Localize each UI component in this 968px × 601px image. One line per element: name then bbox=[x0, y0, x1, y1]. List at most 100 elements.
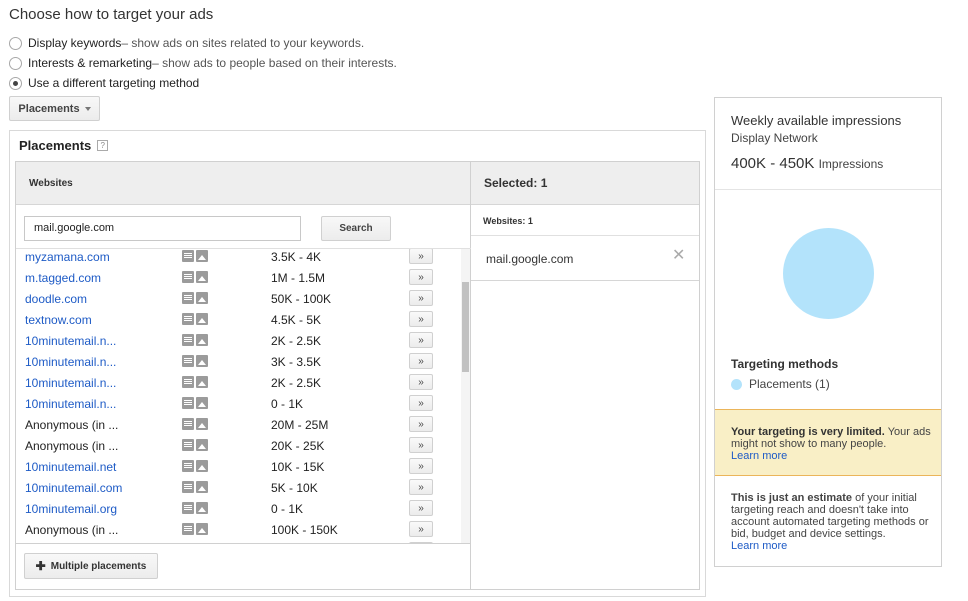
site-name[interactable]: 10minutemail.org bbox=[25, 502, 117, 516]
site-name[interactable]: myzamana.com bbox=[25, 250, 110, 264]
add-placement-button[interactable]: » bbox=[409, 290, 433, 306]
text-ad-icon bbox=[182, 250, 194, 262]
site-row: Anonymous (in ... 100K - 150K » bbox=[16, 521, 461, 543]
targeting-warning: Your targeting is very limited. Your ads… bbox=[715, 409, 941, 476]
site-row: 10minutemail.n... 2K - 2.5K » bbox=[16, 332, 461, 355]
site-name[interactable]: textnow.com bbox=[25, 313, 92, 327]
note-learn-more-link[interactable]: Learn more bbox=[731, 540, 787, 552]
list-divider bbox=[16, 543, 471, 544]
site-name[interactable]: 10minutemail.n... bbox=[25, 334, 116, 348]
image-ad-icon bbox=[196, 313, 208, 325]
site-row: 10minutemail.org 0 - 1K » bbox=[16, 500, 461, 523]
targeting-method-dropdown[interactable]: Placements bbox=[9, 96, 100, 121]
site-name[interactable]: 10minutemail.net bbox=[25, 460, 116, 474]
site-impressions: 4.5K - 5K bbox=[271, 313, 322, 327]
chevron-down-icon bbox=[84, 107, 91, 111]
add-placement-button[interactable]: » bbox=[409, 311, 433, 327]
text-ad-icon bbox=[182, 271, 194, 283]
option-label: Interests & remarketing bbox=[28, 56, 153, 70]
site-type-icons bbox=[182, 313, 208, 325]
option-different-method[interactable]: Use a different targeting method bbox=[9, 74, 199, 92]
site-impressions: 2K - 2.5K bbox=[271, 334, 322, 348]
image-ad-icon bbox=[196, 439, 208, 451]
warning-learn-more-link[interactable]: Learn more bbox=[731, 450, 787, 462]
add-placement-button[interactable]: » bbox=[409, 479, 433, 495]
add-placement-button[interactable]: » bbox=[409, 416, 433, 432]
image-ad-icon bbox=[196, 376, 208, 388]
radio-interests-remarketing[interactable] bbox=[9, 56, 22, 70]
site-row: 10minutemail.n... 2K - 2.5K » bbox=[16, 374, 461, 397]
site-type-icons bbox=[182, 250, 208, 262]
site-impressions: 100K - 150K bbox=[271, 523, 338, 537]
site-type-icons bbox=[182, 292, 208, 304]
websites-header: Websites bbox=[16, 162, 471, 205]
add-placement-button[interactable]: » bbox=[409, 458, 433, 474]
site-impressions: 20K - 25K bbox=[271, 439, 325, 453]
option-label: Display keywords bbox=[28, 36, 122, 50]
site-type-icons bbox=[182, 397, 208, 409]
site-name[interactable]: 10minutemail.com bbox=[25, 481, 122, 495]
text-ad-icon bbox=[182, 376, 194, 388]
text-ad-icon bbox=[182, 334, 194, 346]
site-row: m.tagged.com 1M - 1.5M » bbox=[16, 269, 461, 292]
warning-bold: Your targeting is very limited. bbox=[731, 426, 885, 438]
radio-different-method[interactable] bbox=[9, 76, 22, 90]
legend-dot-icon bbox=[731, 378, 742, 390]
multiple-placements-button[interactable]: ✚ Multiple placements bbox=[24, 553, 158, 579]
text-ad-icon bbox=[182, 481, 194, 493]
option-display-keywords[interactable]: Display keywords – show ads on sites rel… bbox=[9, 34, 364, 52]
site-row: Anonymous (in ... 20K - 25K » bbox=[16, 437, 461, 460]
option-interests-remarketing[interactable]: Interests & remarketing – show ads to pe… bbox=[9, 54, 397, 72]
targeting-legend: Placements (1) bbox=[731, 377, 830, 391]
image-ad-icon bbox=[196, 460, 208, 472]
text-ad-icon bbox=[182, 397, 194, 409]
image-ad-icon bbox=[196, 397, 208, 409]
site-row: 10minutemail.n... 3K - 3.5K » bbox=[16, 353, 461, 376]
option-label: Use a different targeting method bbox=[28, 76, 200, 90]
site-type-icons bbox=[182, 355, 208, 367]
add-placement-button[interactable]: » bbox=[409, 249, 433, 264]
site-impressions: 20M - 25M bbox=[271, 418, 329, 432]
panel-title-text: Placements bbox=[19, 138, 92, 153]
selected-item: mail.google.com bbox=[471, 237, 699, 281]
add-placement-button[interactable]: » bbox=[409, 269, 433, 285]
site-type-icons bbox=[182, 418, 208, 430]
text-ad-icon bbox=[182, 355, 194, 367]
search-input[interactable]: mail.google.com bbox=[24, 216, 301, 241]
sidebar-network: Display Network bbox=[731, 131, 818, 145]
site-row: myzamana.com 3.5K - 4K » bbox=[16, 249, 461, 271]
site-name[interactable]: 10minutemail.n... bbox=[25, 397, 116, 411]
sidebar-title: Weekly available impressions bbox=[731, 113, 902, 128]
help-icon[interactable]: ? bbox=[97, 140, 109, 151]
add-placement-button[interactable]: » bbox=[409, 353, 433, 369]
site-name[interactable]: m.tagged.com bbox=[25, 271, 101, 285]
selected-websites-count: Websites: 1 bbox=[471, 206, 699, 236]
add-placement-button[interactable]: » bbox=[409, 332, 433, 348]
add-placement-button[interactable]: » bbox=[409, 500, 433, 516]
site-name[interactable]: 10minutemail.n... bbox=[25, 355, 116, 369]
remove-icon[interactable]: ✕ bbox=[672, 248, 685, 264]
image-ad-icon bbox=[196, 418, 208, 430]
add-placement-button[interactable]: » bbox=[409, 395, 433, 411]
text-ad-icon bbox=[182, 502, 194, 514]
site-name[interactable]: doodle.com bbox=[25, 292, 87, 306]
site-impressions: 2K - 2.5K bbox=[271, 376, 322, 390]
add-placement-button[interactable]: » bbox=[409, 374, 433, 390]
targeting-methods-title: Targeting methods bbox=[731, 357, 839, 371]
site-type-icons bbox=[182, 334, 208, 346]
search-button[interactable]: Search bbox=[321, 216, 391, 241]
scrollbar-thumb[interactable] bbox=[462, 282, 469, 372]
site-row: 10minutemail.com 5K - 10K » bbox=[16, 479, 461, 502]
site-name: Anonymous (in ... bbox=[25, 439, 119, 453]
site-name[interactable]: 10minutemail.n... bbox=[25, 376, 116, 390]
text-ad-icon bbox=[182, 523, 194, 535]
multiple-placements-label: Multiple placements bbox=[50, 560, 147, 572]
add-placement-button[interactable]: » bbox=[409, 437, 433, 453]
image-ad-icon bbox=[196, 355, 208, 367]
image-ad-icon bbox=[196, 502, 208, 514]
plus-icon: ✚ bbox=[35, 559, 46, 573]
add-placement-button[interactable]: » bbox=[409, 521, 433, 537]
site-row: textnow.com 4.5K - 5K » bbox=[16, 311, 461, 334]
image-ad-icon bbox=[196, 481, 208, 493]
radio-display-keywords[interactable] bbox=[9, 36, 22, 50]
